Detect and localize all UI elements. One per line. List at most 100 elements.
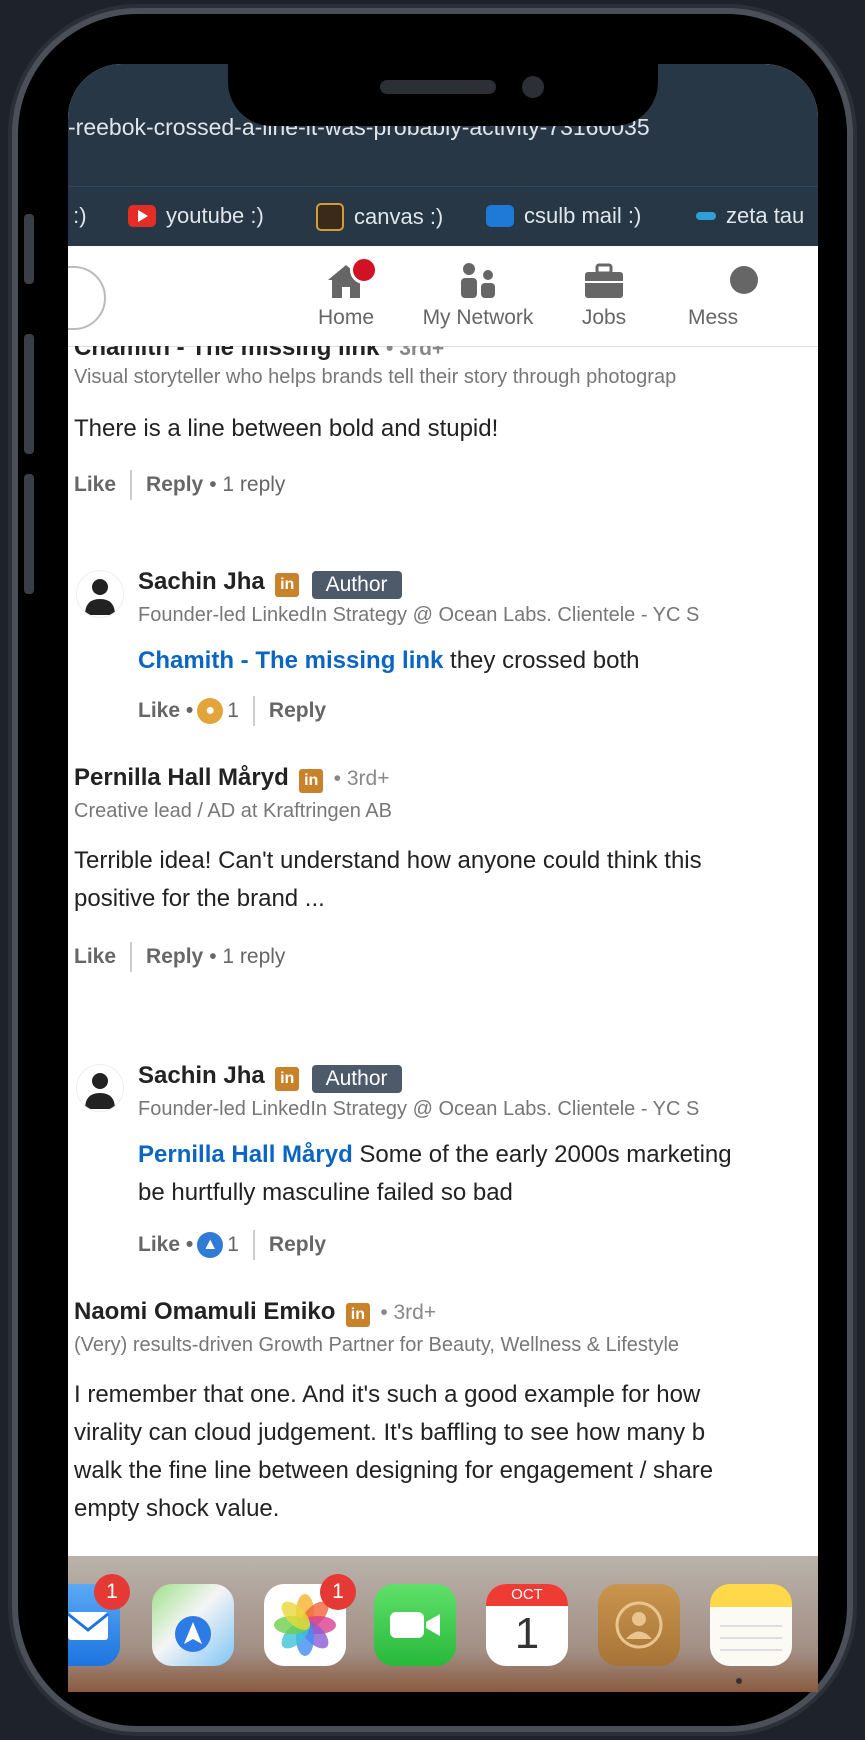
- phone-notch: [228, 62, 658, 126]
- divider: [252, 1230, 255, 1260]
- front-camera: [522, 76, 544, 98]
- canvas-icon: [316, 203, 344, 231]
- commenter-headline: Founder-led LinkedIn Strategy @ Ocean La…: [138, 604, 700, 626]
- reply-count[interactable]: • 1 reply: [209, 473, 285, 497]
- bookmark-label: csulb mail :): [524, 203, 642, 228]
- bookmark-canvas[interactable]: canvas :): [316, 203, 443, 231]
- commenter-name[interactable]: Pernilla Hall Måryd: [74, 764, 289, 791]
- commenter-name[interactable]: Chamith - The missing link • 3rd+: [74, 346, 444, 362]
- connection-degree: • 3rd+: [333, 767, 390, 790]
- divider: [252, 696, 255, 726]
- bookmark-label: youtube :): [166, 203, 264, 228]
- nav-home[interactable]: Home: [296, 256, 396, 330]
- commenter-headline: Founder-led LinkedIn Strategy @ Ocean La…: [138, 1098, 700, 1120]
- briefcase-icon: [582, 260, 626, 300]
- nav-label: Home: [317, 306, 375, 329]
- comment-text-line: Pernilla Hall Måryd Some of the early 20…: [138, 1141, 732, 1168]
- mail-badge: 1: [94, 1574, 130, 1610]
- search-field[interactable]: [68, 266, 106, 330]
- reply-count[interactable]: • 1 reply: [209, 945, 285, 969]
- bookmark-item[interactable]: s :): [68, 203, 87, 229]
- comment-text-line: walk the fine line between designing for…: [74, 1457, 714, 1484]
- commenter-name[interactable]: Sachin Jha: [138, 568, 265, 595]
- comment-actions: Like Reply • 1 reply: [74, 942, 285, 972]
- commenter-headline: (Very) results-driven Growth Partner for…: [74, 1334, 680, 1356]
- bookmark-icon: [696, 212, 716, 220]
- notes-app[interactable]: [710, 1584, 792, 1666]
- contacts-icon: [615, 1601, 663, 1649]
- mail-app[interactable]: 1: [68, 1574, 130, 1666]
- linkedin-premium-icon: in: [299, 768, 324, 793]
- comment-text-line: virality can cloud judgement. It's baffl…: [74, 1419, 706, 1446]
- comment-text: There is a line between bold and stupid!: [74, 415, 499, 442]
- reply-button[interactable]: Reply: [146, 945, 203, 969]
- phone-screen: -reebok-crossed-a-line-it-was-probably-a…: [68, 64, 818, 1692]
- like-button[interactable]: Like •: [138, 699, 193, 723]
- bookmark-label: canvas :): [354, 204, 444, 229]
- volume-down-button: [24, 474, 34, 594]
- like-button[interactable]: Like •: [138, 1233, 193, 1257]
- like-button[interactable]: Like: [74, 473, 116, 497]
- mention-link[interactable]: Pernilla Hall Måryd: [138, 1141, 353, 1168]
- reply-button[interactable]: Reply: [269, 699, 326, 723]
- comment-text-line: Terrible idea! Can't understand how anyo…: [74, 847, 702, 874]
- comment-actions: Like • ● 1 Reply: [138, 696, 326, 726]
- home-icon: [324, 256, 378, 300]
- linkedin-premium-icon: in: [275, 572, 300, 597]
- linkedin-premium-icon: in: [275, 1066, 300, 1091]
- macos-dock: 1 1 OCT 1: [68, 1556, 818, 1692]
- volume-up-button: [24, 334, 34, 454]
- nav-messaging[interactable]: Mess: [688, 260, 788, 330]
- facetime-icon: [390, 1612, 440, 1638]
- commenter-name[interactable]: Naomi Omamuli Emiko: [74, 1298, 335, 1325]
- author-badge: Author: [311, 1064, 402, 1093]
- comment-text-line: be hurtfully masculine failed so bad: [138, 1179, 513, 1206]
- commenter-name-row: Sachin Jha in Author: [138, 568, 402, 599]
- bookmark-zeta-tau[interactable]: zeta tau: [696, 203, 804, 229]
- contacts-app[interactable]: [598, 1584, 680, 1666]
- photos-badge: 1: [320, 1574, 356, 1610]
- commenter-headline: Creative lead / AD at Kraftringen AB: [74, 800, 392, 822]
- youtube-icon: [128, 205, 156, 227]
- photos-app[interactable]: 1: [264, 1574, 356, 1666]
- running-indicator: [736, 1678, 742, 1684]
- facetime-app[interactable]: [374, 1584, 456, 1666]
- messaging-icon: [722, 260, 766, 300]
- commenter-name-row: Sachin Jha in Author: [138, 1062, 402, 1093]
- nav-label: My Network: [422, 306, 534, 329]
- reply-button[interactable]: Reply: [146, 473, 203, 497]
- comments-feed: Chamith - The missing link • 3rd+ Visual…: [68, 346, 818, 1556]
- outlook-icon: [486, 205, 514, 227]
- nav-my-network[interactable]: My Network: [408, 260, 548, 330]
- divider: [130, 470, 133, 500]
- reaction-count[interactable]: 1: [227, 1233, 239, 1257]
- notification-dot: [350, 256, 378, 284]
- commenter-name[interactable]: Sachin Jha: [138, 1062, 265, 1089]
- comment-actions: Like • ▲ 1 Reply: [138, 1230, 326, 1260]
- nav-label: Mess: [688, 306, 739, 329]
- maps-icon: [175, 1616, 211, 1652]
- divider: [130, 942, 133, 972]
- bookmark-csulb-mail[interactable]: csulb mail :): [486, 203, 641, 229]
- connection-degree: • 3rd+: [380, 1301, 437, 1324]
- bookmark-label: s :): [68, 203, 87, 228]
- insightful-reaction-icon: ●: [197, 698, 224, 724]
- bookmark-youtube[interactable]: youtube :): [128, 203, 264, 229]
- calendar-app[interactable]: OCT 1: [486, 1584, 568, 1666]
- avatar[interactable]: [76, 1064, 124, 1112]
- commenter-headline: Visual storyteller who helps brands tell…: [74, 366, 677, 388]
- reply-button[interactable]: Reply: [269, 1233, 326, 1257]
- mention-link[interactable]: Chamith - The missing link: [138, 647, 443, 674]
- linkedin-navbar: Home My Network Jobs Mess: [68, 246, 818, 347]
- comment-text-line: empty shock value.: [74, 1495, 280, 1522]
- commenter-name-row: Naomi Omamuli Emiko in • 3rd+: [74, 1298, 436, 1327]
- comment-text-line: I remember that one. And it's such a goo…: [74, 1381, 701, 1408]
- reaction-count[interactable]: 1: [227, 699, 239, 723]
- avatar[interactable]: [76, 570, 124, 618]
- calendar-month: OCT: [486, 1584, 568, 1606]
- like-button[interactable]: Like: [74, 945, 116, 969]
- author-badge: Author: [311, 570, 402, 599]
- comment-actions: Like Reply • 1 reply: [74, 470, 285, 500]
- maps-app[interactable]: [152, 1584, 234, 1666]
- nav-jobs[interactable]: Jobs: [564, 260, 644, 330]
